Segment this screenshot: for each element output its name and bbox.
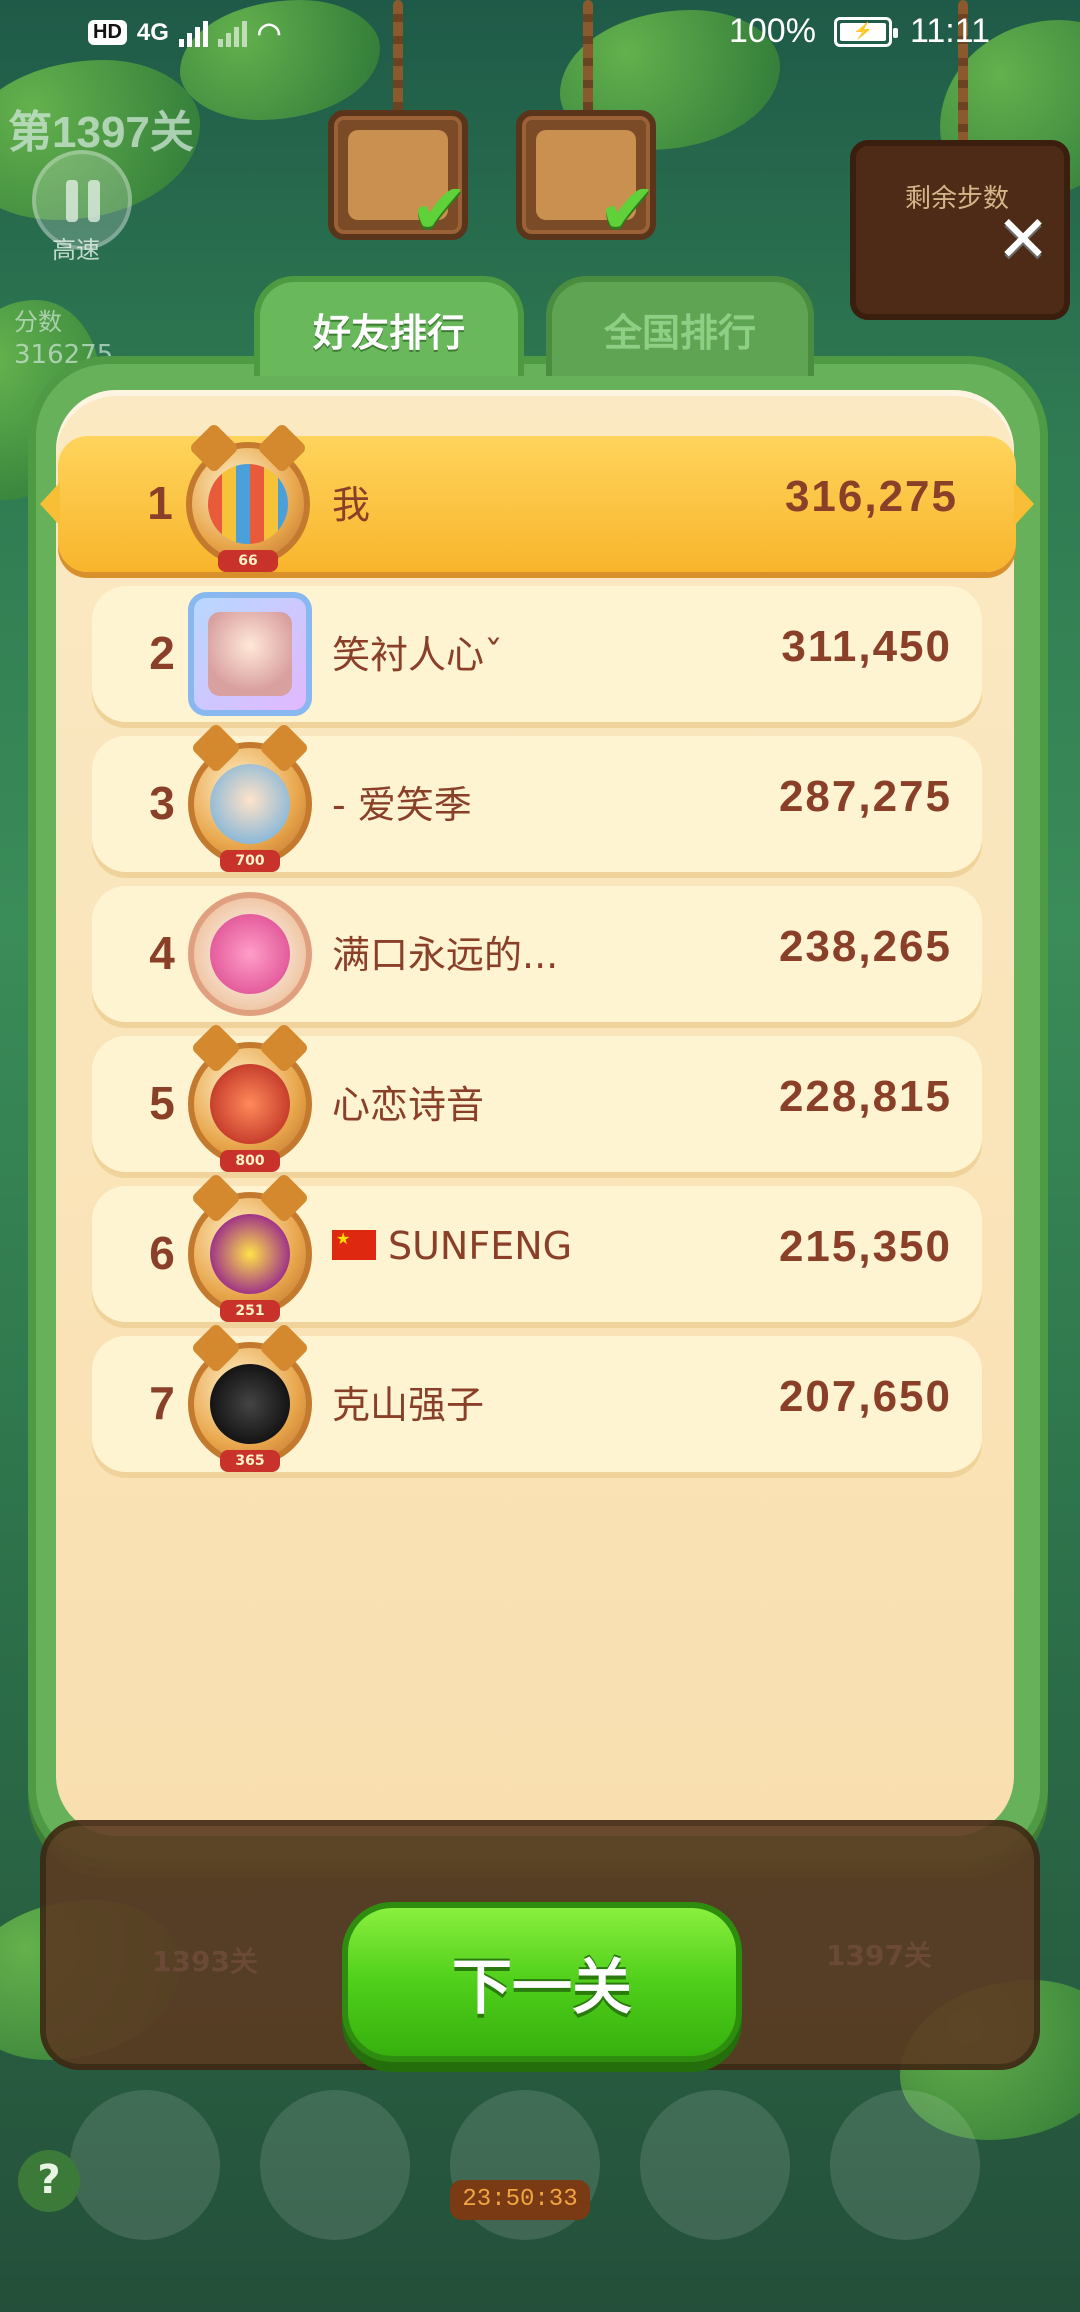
player-name: - 爱笑季 xyxy=(332,783,472,827)
leaderboard-row[interactable]: 4 满口永远的... 238,265 xyxy=(92,886,982,1022)
rank-number: 1 xyxy=(147,477,173,529)
rank-number: 3 xyxy=(149,777,175,829)
avatar: 251 xyxy=(188,1172,312,1322)
avatar: 365 xyxy=(188,1322,312,1472)
leaderboard-row[interactable]: 7 365 克山强子 207,650 xyxy=(92,1322,982,1472)
progress-start-level: 1393关 xyxy=(152,1945,258,1978)
score-label: 分数 xyxy=(14,308,62,336)
player-score: 316,275 xyxy=(784,472,958,521)
avatar: 66 xyxy=(186,422,310,572)
steps-label: 剩余步数 xyxy=(905,184,1010,214)
battery-percent: 100% xyxy=(728,12,816,50)
player-name: 满口永远的... xyxy=(332,933,559,977)
player-name: 克山强子 xyxy=(332,1383,485,1427)
player-name: 笑衬人心ˇ xyxy=(332,633,504,677)
leaderboard-row[interactable]: 5 800 心恋诗音 228,815 xyxy=(92,1022,982,1172)
player-score: 215,350 xyxy=(778,1222,952,1271)
player-name: 心恋诗音 xyxy=(332,1083,485,1127)
clock: 11:11 xyxy=(909,12,990,50)
booster-rocket-icon[interactable] xyxy=(830,2090,980,2240)
battery-icon: ⚡ xyxy=(833,16,898,47)
player-name: ★ SUNFENG xyxy=(332,1224,572,1268)
rank-number: 2 xyxy=(149,627,175,679)
player-score: 287,275 xyxy=(778,772,952,821)
avatar: 800 xyxy=(188,1022,312,1172)
player-score: 311,450 xyxy=(781,622,952,671)
network-type: 4G xyxy=(136,18,169,46)
booster-clock-icon[interactable] xyxy=(260,2090,410,2240)
speed-label: 高速 xyxy=(52,236,100,264)
rank-number: 5 xyxy=(149,1077,175,1129)
avatar: 700 xyxy=(188,722,312,872)
leaderboard-row-me[interactable]: 1 66 我 316,275 xyxy=(40,422,1034,572)
rank-number: 7 xyxy=(149,1377,175,1429)
avatar xyxy=(188,892,312,1016)
next-level-button[interactable]: 下一关 xyxy=(342,1902,742,2062)
signal-icon xyxy=(178,19,208,47)
hd-icon: HD xyxy=(88,20,127,45)
rank-number: 6 xyxy=(149,1227,175,1279)
avatar xyxy=(188,592,312,716)
player-score: 228,815 xyxy=(778,1072,952,1121)
tab-friends-ranking[interactable]: 好友排行 xyxy=(254,276,524,376)
player-score: 238,265 xyxy=(778,922,952,971)
leaderboard-row[interactable]: 3 700 - 爱笑季 287,275 xyxy=(92,722,982,872)
booster-refresh-icon[interactable] xyxy=(70,2090,220,2240)
booster-timer: 23:50:33 xyxy=(450,2180,590,2220)
help-icon[interactable]: ? xyxy=(18,2150,80,2212)
leaderboard-row[interactable]: 6 251 ★ SUNFENG 215,350 xyxy=(92,1172,982,1322)
progress-end-level: 1397关 xyxy=(826,1939,932,1972)
leaderboard-row[interactable]: 2 笑衬人心ˇ 311,450 xyxy=(92,586,982,722)
close-icon[interactable]: ✕ xyxy=(992,208,1054,274)
level-badge: 700 xyxy=(220,850,280,872)
wifi-icon: ◠ xyxy=(256,17,282,48)
level-badge: 66 xyxy=(218,550,278,572)
rank-number: 4 xyxy=(149,927,175,979)
booster-arrow-icon[interactable] xyxy=(640,2090,790,2240)
leaderboard-tabs: 好友排行 全国排行 xyxy=(254,276,814,376)
level-badge: 365 xyxy=(220,1450,280,1472)
cn-flag-icon: ★ xyxy=(332,1229,376,1260)
level-title: 第1397关 xyxy=(8,108,194,157)
level-badge: 800 xyxy=(220,1150,280,1172)
signal-icon-secondary xyxy=(217,19,247,47)
player-score: 207,650 xyxy=(778,1372,952,1421)
status-bar: HD 4G ◠ 100% ⚡ 11:11 xyxy=(0,0,1080,70)
tab-national-ranking[interactable]: 全国排行 xyxy=(546,276,814,376)
level-badge: 251 xyxy=(220,1300,280,1322)
player-name: 我 xyxy=(332,483,371,527)
